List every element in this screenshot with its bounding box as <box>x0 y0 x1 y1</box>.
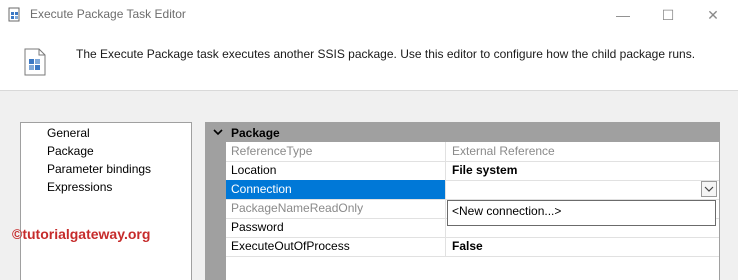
close-button[interactable]: ✕ <box>690 0 736 30</box>
property-name: Location <box>226 161 446 180</box>
connection-dropdown-list: <New connection...> <box>447 200 716 226</box>
property-value: External Reference <box>452 144 555 158</box>
nav-item-expressions[interactable]: Expressions <box>47 180 112 194</box>
nav-item-general[interactable]: General <box>47 126 90 140</box>
window-title: Execute Package Task Editor <box>30 7 186 21</box>
property-value[interactable]: False <box>448 237 719 256</box>
nav-item-parameter-bindings[interactable]: Parameter bindings <box>47 162 151 176</box>
property-name: Password <box>226 218 446 237</box>
maximize-button[interactable]: ☐ <box>645 0 691 30</box>
property-row-executeoutofprocess[interactable]: ExecuteOutOfProcess False <box>226 237 719 257</box>
collapse-chevron-icon[interactable] <box>212 126 224 138</box>
title-bar: Execute Package Task Editor — ☐ ✕ <box>0 0 738 30</box>
nav-item-package[interactable]: Package <box>47 144 94 158</box>
minimize-button[interactable]: — <box>600 0 646 30</box>
property-row-location[interactable]: Location File system <box>226 161 719 181</box>
grid-gutter <box>206 142 226 280</box>
package-task-icon <box>8 7 20 22</box>
dropdown-option-new-connection[interactable]: <New connection...> <box>452 204 561 218</box>
property-row-referencetype[interactable]: ReferenceType External Reference <box>226 142 719 162</box>
package-icon <box>24 48 46 76</box>
property-value[interactable]: File system <box>448 161 719 180</box>
dropdown-button[interactable] <box>701 181 717 197</box>
category-row-package[interactable]: Package <box>206 123 719 142</box>
connection-value-select[interactable] <box>448 180 719 199</box>
watermark: ©tutorialgateway.org <box>12 226 151 242</box>
property-name: PackageNameReadOnly <box>226 199 446 218</box>
property-row-connection[interactable]: Connection <box>226 180 719 200</box>
property-name: Connection <box>226 180 446 199</box>
property-name: ReferenceType <box>226 142 446 161</box>
header-description: The Execute Package task executes anothe… <box>76 47 696 61</box>
editor-header: The Execute Package task executes anothe… <box>0 30 738 91</box>
chevron-down-icon <box>704 186 714 192</box>
page-navigation: General Package Parameter bindings Expre… <box>20 122 192 280</box>
category-label: Package <box>231 126 280 140</box>
property-name: ExecuteOutOfProcess <box>226 237 446 256</box>
